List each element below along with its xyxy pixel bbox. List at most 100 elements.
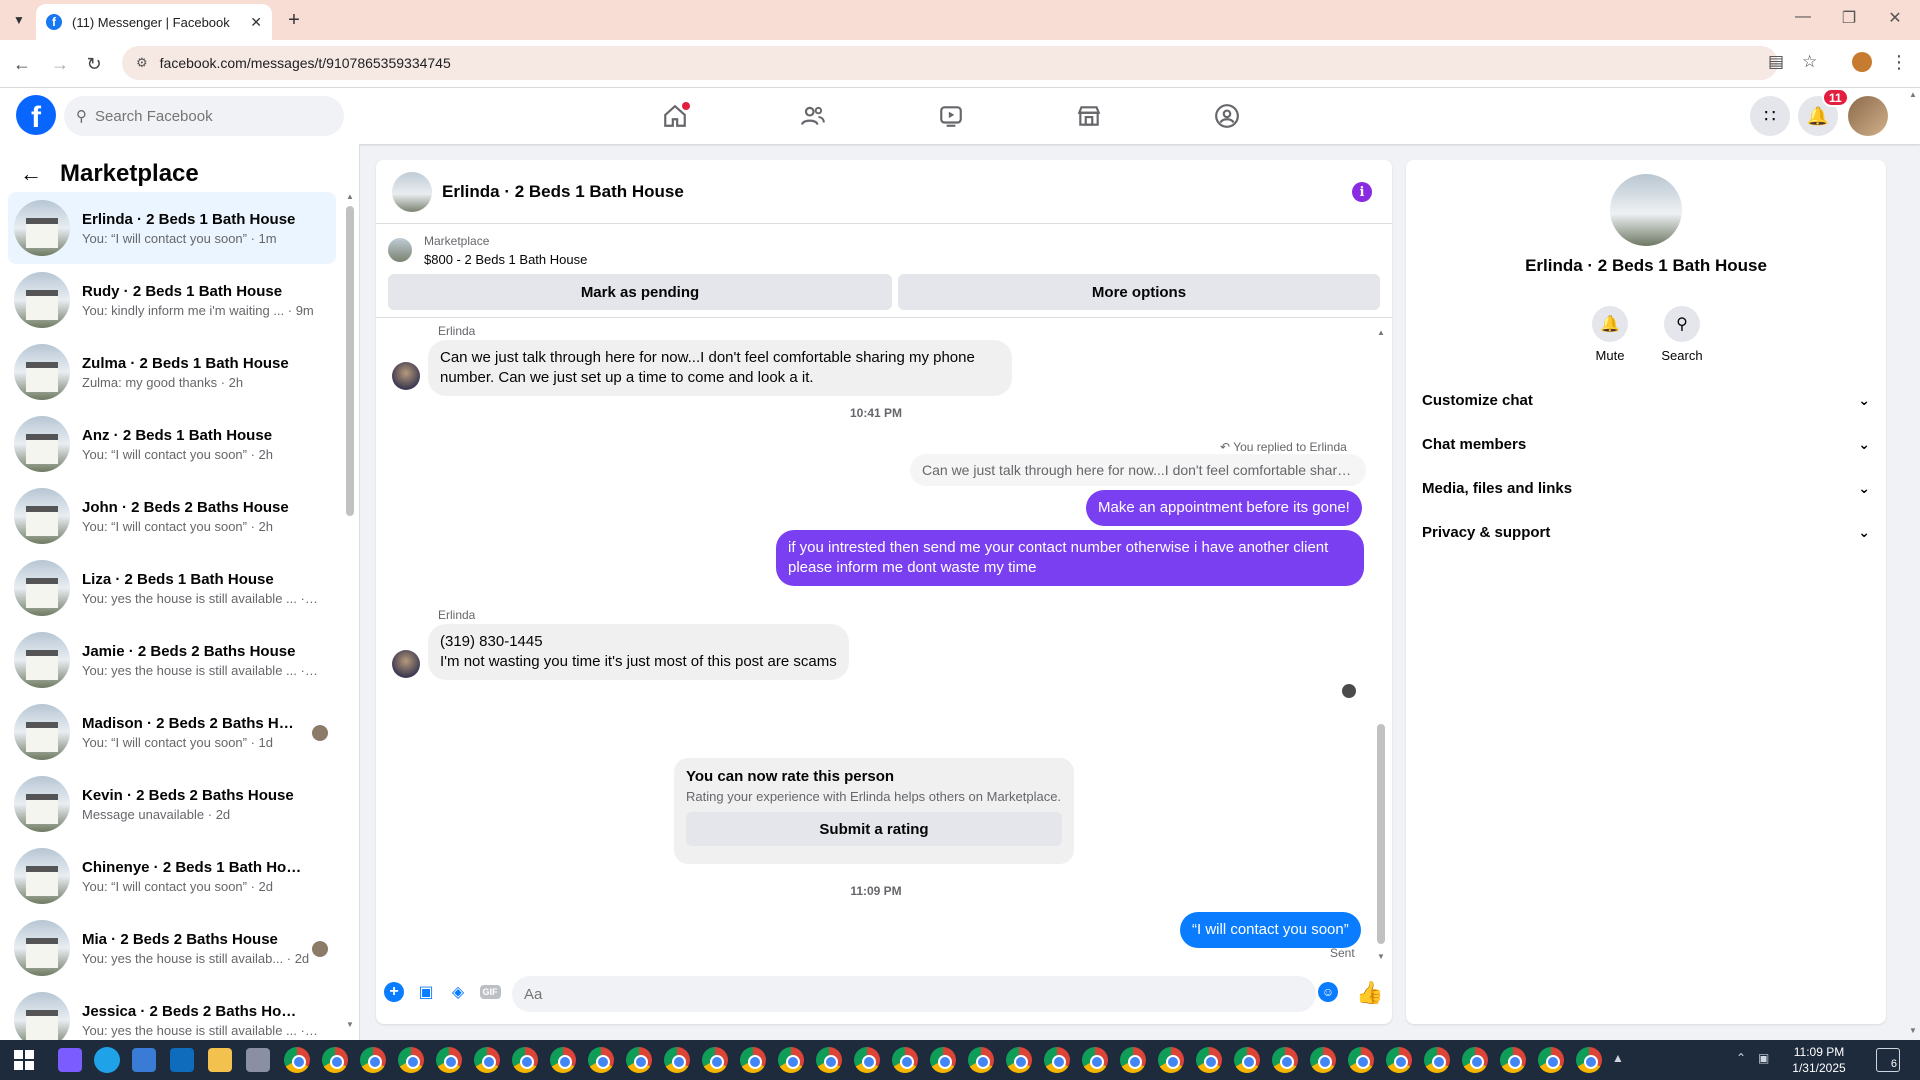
taskbar-clock[interactable]: 11:09 PM 1/31/2025 <box>1784 1044 1854 1076</box>
chrome-icon[interactable] <box>360 1047 386 1073</box>
facebook-search-input[interactable] <box>95 107 315 125</box>
scroll-down-arrow-icon[interactable]: ▼ <box>1906 1026 1920 1035</box>
chrome-icon[interactable] <box>1044 1047 1070 1073</box>
more-actions-plus-icon[interactable]: + <box>382 980 406 1004</box>
nav-groups[interactable] <box>1172 92 1282 140</box>
chrome-icon[interactable] <box>1234 1047 1260 1073</box>
emoji-icon[interactable]: ☺ <box>1318 982 1338 1002</box>
window-minimize-icon[interactable]: — <box>1788 8 1818 26</box>
scroll-up-arrow-icon[interactable]: ▲ <box>1374 328 1388 337</box>
chrome-icon[interactable] <box>854 1047 880 1073</box>
menu-grid-icon[interactable]: ∷ <box>1750 96 1790 136</box>
window-close-icon[interactable]: ✕ <box>1880 8 1910 28</box>
conversation-item-chinenye[interactable]: Chinenye · 2 Beds 1 Bath House You: “I wi… <box>8 840 336 912</box>
gif-icon[interactable]: GIF <box>478 980 502 1004</box>
chrome-icon[interactable] <box>778 1047 804 1073</box>
chrome-icon[interactable] <box>1576 1047 1602 1073</box>
chrome-icon[interactable] <box>1120 1047 1146 1073</box>
conversation-item-mia[interactable]: Mia · 2 Beds 2 Baths House You: yes the h… <box>8 912 336 984</box>
chrome-icon[interactable] <box>588 1047 614 1073</box>
chrome-icon[interactable] <box>398 1047 424 1073</box>
facebook-search-box[interactable]: ⚲ <box>64 96 344 136</box>
conversation-item-john[interactable]: John · 2 Beds 2 Baths House You: “I will … <box>8 480 336 552</box>
scroll-down-arrow-icon[interactable]: ▼ <box>1374 952 1388 961</box>
chrome-icon[interactable] <box>1500 1047 1526 1073</box>
conversation-item-jessica[interactable]: Jessica · 2 Beds 2 Baths House You: yes t… <box>8 984 336 1040</box>
chrome-icon[interactable] <box>1082 1047 1108 1073</box>
attach-photo-icon[interactable]: ▣ <box>414 980 438 1004</box>
chrome-icon[interactable] <box>1272 1047 1298 1073</box>
browser-menu-icon[interactable]: ⋮ <box>1890 52 1908 73</box>
install-app-icon[interactable]: ▤ <box>1768 52 1784 72</box>
conversation-item-zulma[interactable]: Zulma · 2 Beds 1 Bath House Zulma: my goo… <box>8 336 336 408</box>
chrome-icon[interactable] <box>816 1047 842 1073</box>
browser-tab-messenger[interactable]: f (11) Messenger | Facebook ✕ <box>36 4 272 40</box>
browser-profile-avatar[interactable] <box>1852 52 1872 72</box>
edge-browser-icon[interactable] <box>94 1047 120 1073</box>
conversation-info-icon[interactable]: i <box>1352 182 1372 202</box>
chrome-icon[interactable] <box>892 1047 918 1073</box>
chrome-icon[interactable] <box>322 1047 348 1073</box>
chrome-icon[interactable] <box>1348 1047 1374 1073</box>
chrome-icon[interactable] <box>1462 1047 1488 1073</box>
chrome-icon[interactable] <box>1196 1047 1222 1073</box>
section-chat-members[interactable]: Chat members ⌄ <box>1422 426 1870 462</box>
conversation-item-jamie[interactable]: Jamie · 2 Beds 2 Baths House You: yes the… <box>8 624 336 696</box>
submit-rating-button[interactable]: Submit a rating <box>686 812 1062 846</box>
section-media-files-links[interactable]: Media, files and links ⌄ <box>1422 470 1870 506</box>
outgoing-message[interactable]: “I will contact you soon” <box>1180 912 1361 948</box>
chrome-icon[interactable] <box>702 1047 728 1073</box>
nav-friends[interactable] <box>758 92 868 140</box>
mute-button[interactable]: 🔔 Mute <box>1580 306 1640 363</box>
section-privacy-support[interactable]: Privacy & support ⌄ <box>1422 514 1870 550</box>
chat-scroll-thumb[interactable] <box>1377 724 1385 944</box>
file-explorer-icon[interactable] <box>208 1048 232 1072</box>
mark-as-pending-button[interactable]: Mark as pending <box>388 274 892 310</box>
sidebar-scroll-thumb[interactable] <box>346 206 354 516</box>
conversation-item-rudy[interactable]: Rudy · 2 Beds 1 Bath House You: kindly in… <box>8 264 336 336</box>
chrome-icon[interactable] <box>550 1047 576 1073</box>
chrome-icon[interactable] <box>474 1047 500 1073</box>
chat-listing-avatar[interactable] <box>392 171 432 212</box>
search-in-conversation-button[interactable]: ⚲ Search <box>1652 306 1712 363</box>
show-hidden-icons-chevron-icon[interactable]: ⌃ <box>1736 1051 1746 1065</box>
chrome-icon[interactable] <box>284 1047 310 1073</box>
nav-marketplace[interactable] <box>1034 92 1144 140</box>
profile-avatar[interactable] <box>1848 96 1888 136</box>
chrome-icon[interactable] <box>1424 1047 1450 1073</box>
tab-list-chevron-icon[interactable]: ▼ <box>8 9 30 31</box>
window-restore-icon[interactable]: ❐ <box>1834 8 1864 28</box>
new-tab-plus-icon[interactable]: + <box>282 8 306 32</box>
chrome-icon[interactable] <box>512 1047 538 1073</box>
windows-start-icon[interactable] <box>14 1050 34 1070</box>
message-input[interactable] <box>512 976 1316 1012</box>
address-bar[interactable]: ⚙ facebook.com/messages/t/91078653593347… <box>122 46 1778 80</box>
bookmark-star-icon[interactable]: ☆ <box>1802 52 1817 72</box>
copilot-icon[interactable] <box>58 1048 82 1072</box>
chrome-icon[interactable] <box>664 1047 690 1073</box>
outgoing-message[interactable]: if you intrested then send me your conta… <box>776 530 1364 586</box>
outlook-icon[interactable] <box>170 1048 194 1072</box>
erlinda-avatar[interactable] <box>392 650 420 678</box>
chrome-icon[interactable] <box>1538 1047 1564 1073</box>
scroll-down-arrow-icon[interactable]: ▼ <box>344 1020 356 1029</box>
chrome-icon[interactable] <box>626 1047 652 1073</box>
facebook-logo-icon[interactable]: f <box>16 95 56 135</box>
more-options-button[interactable]: More options <box>898 274 1380 310</box>
app-icon[interactable] <box>246 1048 270 1072</box>
section-customize-chat[interactable]: Customize chat ⌄ <box>1422 382 1870 418</box>
chrome-icon[interactable] <box>740 1047 766 1073</box>
conversation-item-liza[interactable]: Liza · 2 Beds 1 Bath House You: yes the h… <box>8 552 336 624</box>
sidebar-scrollbar[interactable]: ▲ ▼ <box>344 192 356 1032</box>
taskbar-overflow-chevron-icon[interactable]: ▲ <box>1612 1051 1624 1065</box>
conversation-item-anz[interactable]: Anz · 2 Beds 1 Bath House You: “I will co… <box>8 408 336 480</box>
reload-icon[interactable]: ↻ <box>82 52 106 76</box>
back-arrow-icon[interactable]: ← <box>10 52 34 76</box>
chrome-icon[interactable] <box>1006 1047 1032 1073</box>
chat-title[interactable]: Erlinda · 2 Beds 1 Bath House <box>442 182 684 202</box>
forward-arrow-icon[interactable]: → <box>48 52 72 76</box>
conversation-item-madison[interactable]: Madison · 2 Beds 2 Baths Hou... You: “I w… <box>8 696 336 768</box>
network-icon[interactable]: ▣ <box>1758 1051 1769 1065</box>
scroll-up-arrow-icon[interactable]: ▲ <box>344 192 356 201</box>
chat-scrollbar[interactable]: ▲ ▼ <box>1374 328 1388 964</box>
